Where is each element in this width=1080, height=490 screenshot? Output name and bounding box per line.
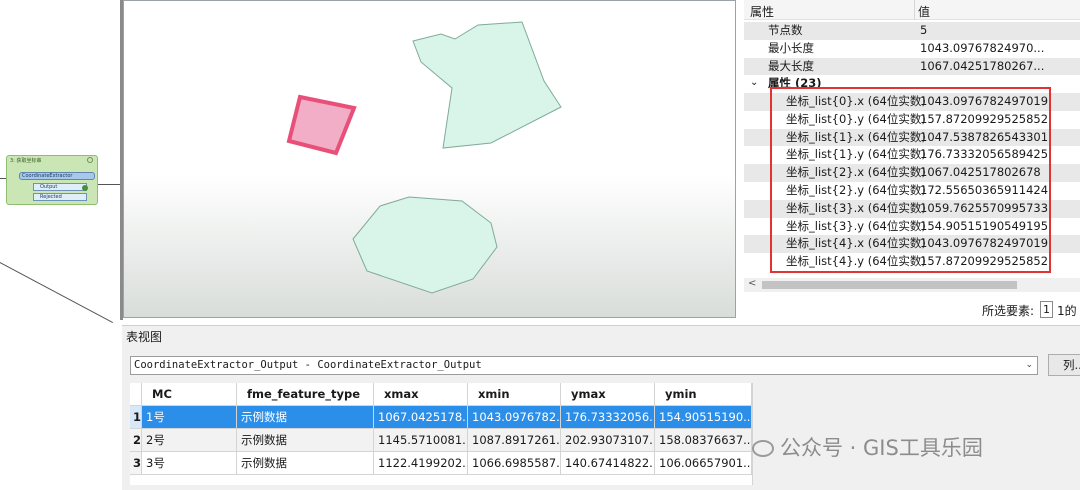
table-cell[interactable]: 158.08376637... <box>655 429 752 452</box>
table-row[interactable]: 2 2号 示例数据 1145.5710081... 1087.8917261..… <box>130 429 752 452</box>
connection-line <box>97 184 121 185</box>
chevron-down-icon[interactable]: ⌄ <box>1025 357 1033 374</box>
table-cell[interactable]: 140.67414822... <box>561 452 655 475</box>
attribute-highlight-box <box>770 87 1051 273</box>
column-header[interactable]: ymin <box>655 383 752 406</box>
selected-feature-input[interactable]: 1 <box>1040 301 1053 318</box>
row-number[interactable]: 3 <box>130 452 142 475</box>
polygon-feature[interactable] <box>412 21 562 149</box>
row-number[interactable]: 1 <box>130 406 142 429</box>
column-header[interactable]: xmax <box>374 383 468 406</box>
table-cell[interactable]: 1043.0976782... <box>468 406 561 429</box>
property-row[interactable]: 节点数 5 <box>744 22 1080 40</box>
row-number[interactable]: 2 <box>130 429 142 452</box>
column-header[interactable]: MC <box>142 383 237 406</box>
transformer-node[interactable]: 3: 获取坐标串 CoordinateExtractor Output Reje… <box>6 155 98 205</box>
table-cell[interactable]: 202.93073107... <box>561 429 655 452</box>
property-value: 1067.04251780267... <box>920 58 1045 73</box>
transformer-title: 3: 获取坐标串 <box>10 158 42 164</box>
column-header[interactable]: ymax <box>561 383 655 406</box>
table-cell[interactable]: 示例数据 <box>237 406 374 429</box>
table-cell[interactable]: 示例数据 <box>237 452 374 475</box>
table-cell[interactable]: 154.90515190... <box>655 406 752 429</box>
workspace-canvas[interactable]: 3: 获取坐标串 CoordinateExtractor Output Reje… <box>0 0 122 325</box>
dataset-select-value: CoordinateExtractor_Output - CoordinateE… <box>134 359 482 371</box>
table-row[interactable]: 1 1号 示例数据 1067.0425178... 1043.0976782..… <box>130 406 752 429</box>
rejected-port[interactable]: Rejected <box>33 193 87 201</box>
selected-features-label: 所选要素: <box>982 304 1035 318</box>
table-cell[interactable]: 176.73332056... <box>561 406 655 429</box>
table-cell[interactable]: 1087.8917261... <box>468 429 561 452</box>
property-row[interactable]: 最大长度 1067.04251780267... <box>744 57 1080 76</box>
table-cell[interactable]: 示例数据 <box>237 429 374 452</box>
selected-polygon[interactable] <box>286 94 357 156</box>
corner-cell[interactable] <box>130 383 142 406</box>
table-row[interactable]: 3 3号 示例数据 1122.4199202... 1066.6985587..… <box>130 452 752 475</box>
map-canvas[interactable] <box>124 1 736 318</box>
property-key: 最大长度 <box>768 58 814 73</box>
table-view-title: 表视图 <box>126 330 163 344</box>
chevron-down-icon[interactable]: ⌄ <box>750 74 758 92</box>
column-divider[interactable] <box>914 0 915 20</box>
polygon-feature[interactable] <box>352 196 498 294</box>
table-cell[interactable]: 3号 <box>142 452 237 475</box>
value-column-header[interactable]: 值 <box>918 3 930 20</box>
wechat-logo-icon <box>752 440 774 457</box>
watermark-text: 公众号 · GIS工具乐园 <box>780 436 983 460</box>
property-value: 5 <box>920 23 928 37</box>
columns-button[interactable]: 列... <box>1048 354 1080 376</box>
property-key: 最小长度 <box>768 40 814 55</box>
data-grid: MC fme_feature_type xmax xmin ymax ymin … <box>130 383 752 485</box>
table-view-panel: 表视图 CoordinateExtractor_Output - Coordin… <box>122 325 1080 490</box>
table-cell[interactable]: 1067.0425178... <box>374 406 468 429</box>
map-view[interactable] <box>123 0 736 318</box>
property-row[interactable]: 最小长度 1043.09767824970... <box>744 40 1080 58</box>
table-cell[interactable]: 106.06657901... <box>655 452 752 475</box>
dataset-select[interactable]: CoordinateExtractor_Output - CoordinateE… <box>130 356 1038 375</box>
properties-header: 属性 值 <box>744 0 1080 20</box>
port-indicator-icon <box>82 185 88 191</box>
scrollbar-thumb[interactable] <box>762 281 1017 289</box>
watermark: 公众号 · GIS工具乐园 <box>752 432 983 462</box>
table-header-row: MC fme_feature_type xmax xmin ymax ymin <box>130 383 752 406</box>
table-cell[interactable]: 1066.6985587... <box>468 452 561 475</box>
connection-line <box>0 262 114 323</box>
horizontal-scrollbar[interactable]: < <box>744 278 1080 292</box>
output-port[interactable]: Output <box>33 183 87 191</box>
table-cell[interactable]: 1122.4199202... <box>374 452 468 475</box>
table-cell[interactable]: 1号 <box>142 406 237 429</box>
table-cell[interactable]: 1145.5710081... <box>374 429 468 452</box>
help-icon[interactable] <box>87 157 93 163</box>
property-value: 1043.09767824970... <box>920 40 1045 55</box>
column-header[interactable]: fme_feature_type <box>237 383 374 406</box>
column-header[interactable]: xmin <box>468 383 561 406</box>
property-key: 节点数 <box>768 23 803 37</box>
selected-features-total: 1的 <box>1057 304 1077 318</box>
scroll-left-icon[interactable]: < <box>748 278 756 289</box>
attribute-column-header[interactable]: 属性 <box>750 3 774 20</box>
transformer-name[interactable]: CoordinateExtractor <box>19 172 95 180</box>
table-cell[interactable]: 2号 <box>142 429 237 452</box>
